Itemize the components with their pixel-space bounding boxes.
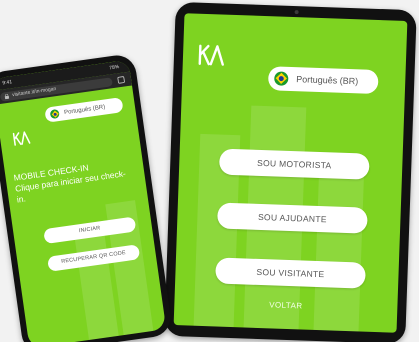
url-text: visitante.it/in-mogan xyxy=(11,86,57,99)
logo-icon xyxy=(198,44,224,66)
sou-motorista-button[interactable]: SOU MOTORISTA xyxy=(218,148,370,180)
status-time: 9:41 xyxy=(2,79,13,87)
brazil-flag-icon xyxy=(49,108,60,120)
tablet-device: Português (BR) SOU MOTORISTA SOU AJUDANT… xyxy=(164,1,417,342)
logo-icon xyxy=(12,131,31,146)
status-battery: 78% xyxy=(108,64,120,72)
tablet-camera xyxy=(294,10,299,15)
brazil-flag-icon xyxy=(274,71,289,86)
tablet-screen: Português (BR) SOU MOTORISTA SOU AJUDANT… xyxy=(173,13,408,333)
phone-device: 9:41 78% visitante.it/in-mogan Português… xyxy=(0,52,174,342)
language-label: Português (BR) xyxy=(63,103,106,116)
tab-icon[interactable] xyxy=(117,75,126,84)
language-selector[interactable]: Português (BR) xyxy=(267,66,379,94)
lock-icon xyxy=(4,93,10,99)
sou-visitante-button[interactable]: SOU VISITANTE xyxy=(215,257,366,289)
checkin-heading: MOBILE CHECK-IN Clique para iniciar seu … xyxy=(13,156,136,205)
language-label: Português (BR) xyxy=(296,74,359,87)
sou-ajudante-button[interactable]: SOU AJUDANTE xyxy=(217,202,368,234)
phone-screen: 9:41 78% visitante.it/in-mogan Português… xyxy=(0,59,167,342)
language-selector[interactable]: Português (BR) xyxy=(44,97,124,123)
